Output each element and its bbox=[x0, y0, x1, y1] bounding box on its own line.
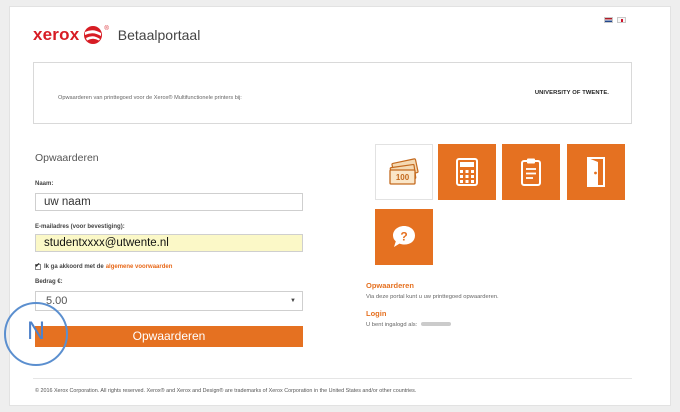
topup-submit-button[interactable]: Opwaarderen bbox=[35, 326, 303, 347]
calculator-icon bbox=[456, 158, 478, 186]
footer-copyright: © 2016 Xerox Corporation. All rights res… bbox=[35, 388, 417, 394]
info-topup-title: Opwaarderen bbox=[366, 281, 414, 290]
amount-label: Bedrag €: bbox=[35, 279, 63, 285]
clipboard-icon bbox=[521, 158, 541, 186]
xerox-logo-icon bbox=[84, 26, 103, 44]
name-field[interactable] bbox=[35, 193, 303, 211]
form-title: Opwaarderen bbox=[35, 152, 99, 164]
info-topup-text: Via deze portal kunt u uw printtegoed op… bbox=[366, 294, 499, 300]
portal-title: Betaalportaal bbox=[117, 27, 201, 43]
university-logo: UNIVERSITY OF TWENTE. bbox=[534, 90, 609, 96]
door-exit-icon bbox=[587, 157, 605, 187]
tile-help[interactable]: ? bbox=[375, 209, 433, 265]
info-login-title: Login bbox=[366, 309, 387, 318]
info-login-text: U bent ingalogd als: bbox=[366, 322, 452, 328]
header: xerox ® Betaalportaal bbox=[33, 25, 200, 45]
tile-exit[interactable] bbox=[567, 144, 625, 200]
overlay-letter: N bbox=[27, 317, 46, 345]
trademark-symbol: ® bbox=[104, 26, 109, 32]
tile-money[interactable]: 100 bbox=[375, 144, 433, 200]
tile-clipboard[interactable] bbox=[502, 144, 560, 200]
language-switch[interactable] bbox=[604, 17, 626, 23]
terms-link[interactable]: algemene voorwaarden bbox=[106, 264, 173, 270]
footer-divider bbox=[33, 378, 632, 379]
svg-text:?: ? bbox=[400, 230, 407, 244]
help-icon: ? bbox=[393, 226, 415, 247]
chevron-down-icon: ▼ bbox=[290, 298, 296, 304]
email-label: E-mailadres (voor bevestiging): bbox=[35, 224, 125, 230]
name-label: Naam: bbox=[35, 181, 54, 187]
amount-select[interactable]: 5.00 ▼ bbox=[35, 291, 303, 311]
university-banner: Opwaarderen van printtegoed voor de Xero… bbox=[33, 62, 632, 124]
tile-calculator[interactable] bbox=[438, 144, 496, 200]
terms-row: Ik ga akkoord met de algemene voorwaarde… bbox=[35, 262, 173, 270]
banner-text: Opwaarderen van printtegoed voor de Xero… bbox=[58, 95, 242, 101]
login-status-text: U bent ingalogd als: bbox=[366, 322, 418, 328]
email-field[interactable] bbox=[35, 234, 303, 252]
money-icon: 100 bbox=[389, 158, 419, 185]
terms-checkbox[interactable] bbox=[35, 262, 41, 270]
xerox-logo-text: xerox bbox=[33, 25, 80, 44]
flag-nl-icon[interactable] bbox=[604, 17, 613, 23]
terms-label: Ik ga akkoord met de bbox=[44, 264, 104, 270]
flag-uk-icon[interactable] bbox=[617, 17, 626, 23]
redacted-username bbox=[421, 322, 452, 327]
svg-text:100: 100 bbox=[396, 173, 410, 182]
